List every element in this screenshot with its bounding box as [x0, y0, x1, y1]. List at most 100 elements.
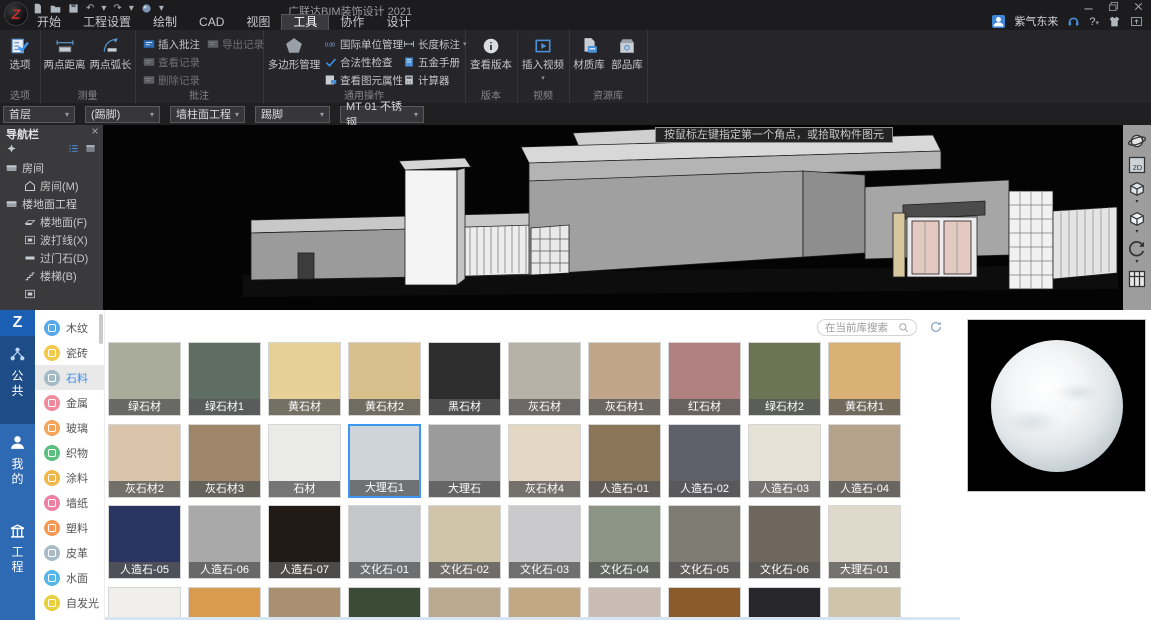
legality-check-button[interactable]: 合法性检查 [325, 54, 393, 70]
view-record-button[interactable]: 查看记录 [143, 54, 200, 70]
material-swatch[interactable] [588, 587, 661, 620]
category-水面[interactable]: 水面 [35, 565, 104, 590]
material-swatch[interactable]: 人造石-02 [668, 424, 741, 498]
combo-1[interactable]: (踢脚)▾ [85, 106, 160, 123]
insert-annotation-button[interactable]: 插入批注 [143, 36, 200, 52]
combo-3[interactable]: 踢脚▾ [255, 106, 330, 123]
delete-record-button[interactable]: 删除记录 [143, 72, 200, 88]
nav-list-icon[interactable] [68, 143, 79, 154]
material-swatch[interactable]: 红石材 [668, 342, 741, 416]
material-swatch[interactable] [748, 587, 821, 620]
two-point-arc-button[interactable]: 两点弧长 [88, 33, 133, 93]
tree-item[interactable]: 楼地面(F) [0, 213, 103, 231]
component-library-button[interactable]: 部品库 [609, 33, 645, 93]
rail-tab-公共[interactable]: 公共 [0, 336, 35, 424]
rail-tab-工程[interactable]: 工程 [0, 512, 35, 600]
material-swatch[interactable]: 文化石-02 [428, 505, 501, 579]
theme-shirt-icon[interactable] [1108, 15, 1121, 28]
close-icon[interactable] [1132, 0, 1145, 13]
material-swatch[interactable] [508, 587, 581, 620]
combo-2[interactable]: 墙柱面工程▾ [170, 106, 245, 123]
material-swatch[interactable]: 石材 [268, 424, 341, 498]
material-swatch[interactable]: 黄石材2 [348, 342, 421, 416]
category-石料[interactable]: 石料 [35, 365, 104, 390]
tree-item[interactable]: 楼梯(B) [0, 267, 103, 285]
options-button[interactable]: 选项 [2, 33, 38, 93]
search-input[interactable]: 在当前库搜索 [817, 319, 917, 336]
user-name[interactable]: 紫气东来 [1014, 13, 1058, 29]
view-tool-cube-iso[interactable]: ▾ [1126, 179, 1148, 205]
view-tool-cube-front[interactable]: ▾ [1126, 209, 1148, 235]
material-swatch[interactable] [268, 587, 341, 620]
material-swatch[interactable]: 人造石-07 [268, 505, 341, 579]
category-墙纸[interactable]: 墙纸 [35, 490, 104, 515]
app-logo-icon[interactable]: Z [4, 2, 28, 26]
material-swatch[interactable] [108, 587, 181, 620]
view-version-button[interactable]: 查看版本 [467, 33, 515, 93]
material-swatch[interactable]: 黑石材 [428, 342, 501, 416]
redo-dropdown-icon[interactable]: ▾ [129, 3, 134, 14]
material-swatch[interactable]: 绿石材1 [188, 342, 261, 416]
hardware-manual-button[interactable]: 五金手册 [403, 54, 460, 70]
combo-0[interactable]: 首层▾ [3, 106, 75, 123]
material-swatch[interactable]: 人造石-03 [748, 424, 821, 498]
category-玻璃[interactable]: 玻璃 [35, 415, 104, 440]
restore-icon[interactable] [1107, 0, 1120, 13]
material-swatch[interactable]: 黄石材 [268, 342, 341, 416]
avatar[interactable] [992, 15, 1005, 28]
rail-tab-我的[interactable]: 我的 [0, 424, 35, 512]
polygon-manage-button[interactable]: 多边形管理 [265, 33, 323, 93]
tree-group[interactable]: 楼地面工程 [0, 195, 103, 213]
help-button[interactable]: ?▾ [1089, 12, 1099, 30]
category-皮革[interactable]: 皮革 [35, 540, 104, 565]
tree-item-partial[interactable] [0, 285, 103, 303]
material-swatch[interactable]: 大理石-01 [828, 505, 901, 579]
material-swatch[interactable]: 黄石材1 [828, 342, 901, 416]
material-swatch[interactable] [668, 587, 741, 620]
refresh-icon[interactable] [929, 320, 943, 334]
undo-icon[interactable]: ↶ [86, 3, 94, 14]
category-织物[interactable]: 织物 [35, 440, 104, 465]
material-swatch[interactable]: 灰石材2 [108, 424, 181, 498]
material-swatch[interactable]: 文化石-01 [348, 505, 421, 579]
material-swatch[interactable]: 绿石材 [108, 342, 181, 416]
category-木纹[interactable]: 木纹 [35, 315, 104, 340]
tree-item[interactable]: 房间(M) [0, 177, 103, 195]
category-塑料[interactable]: 塑料 [35, 515, 104, 540]
view-tool-orbit[interactable] [1126, 131, 1148, 151]
material-swatch[interactable]: 文化石-03 [508, 505, 581, 579]
material-swatch[interactable]: 文化石-04 [588, 505, 661, 579]
calculator-button[interactable]: 计算器 [403, 72, 450, 88]
material-library-button[interactable]: 材质库 [571, 33, 607, 93]
material-swatch[interactable]: 灰石材 [508, 342, 581, 416]
view-tool-view-2d[interactable]: 2D [1126, 155, 1148, 175]
redo-icon[interactable]: ↷ [113, 3, 121, 14]
save-icon[interactable] [68, 3, 79, 14]
export-record-button[interactable]: 导出记录 [207, 36, 264, 52]
material-swatch[interactable] [188, 587, 261, 620]
material-swatch[interactable]: 人造石-06 [188, 505, 261, 579]
tree-item[interactable]: 波打线(X) [0, 231, 103, 249]
material-swatch[interactable]: 大理石1 [348, 424, 421, 498]
view-tool-rotate[interactable]: ▾ [1126, 239, 1148, 265]
viewport-3d[interactable]: 按鼠标左键指定第一个角点，或拾取构件图元 [103, 125, 1123, 310]
element-props-button[interactable]: 查看图元属性 [325, 72, 403, 88]
length-dim-button[interactable]: 长度标注▾ [403, 36, 467, 52]
material-swatch[interactable]: 人造石-01 [588, 424, 661, 498]
material-swatch[interactable]: 人造石-04 [828, 424, 901, 498]
headset-icon[interactable] [1067, 15, 1080, 28]
material-swatch[interactable]: 灰石材3 [188, 424, 261, 498]
category-金属[interactable]: 金属 [35, 390, 104, 415]
navigator-close-icon[interactable] [91, 127, 99, 135]
open-folder-icon[interactable] [50, 3, 61, 14]
panel-toggle-icon[interactable] [1130, 15, 1143, 28]
tree-item[interactable]: 过门石(D) [0, 249, 103, 267]
unit-manage-button[interactable]: 0.00 国际单位管理 [325, 36, 403, 52]
material-swatch[interactable]: 绿石材2 [748, 342, 821, 416]
tree-group[interactable]: 房间 [0, 159, 103, 177]
material-swatch[interactable] [428, 587, 501, 620]
qat-dropdown-icon[interactable]: ▾ [159, 3, 164, 14]
material-swatch[interactable]: 文化石-06 [748, 505, 821, 579]
combo-4[interactable]: MT 01 不锈钢▾ [340, 106, 424, 123]
nav-pin-icon[interactable] [6, 143, 17, 154]
